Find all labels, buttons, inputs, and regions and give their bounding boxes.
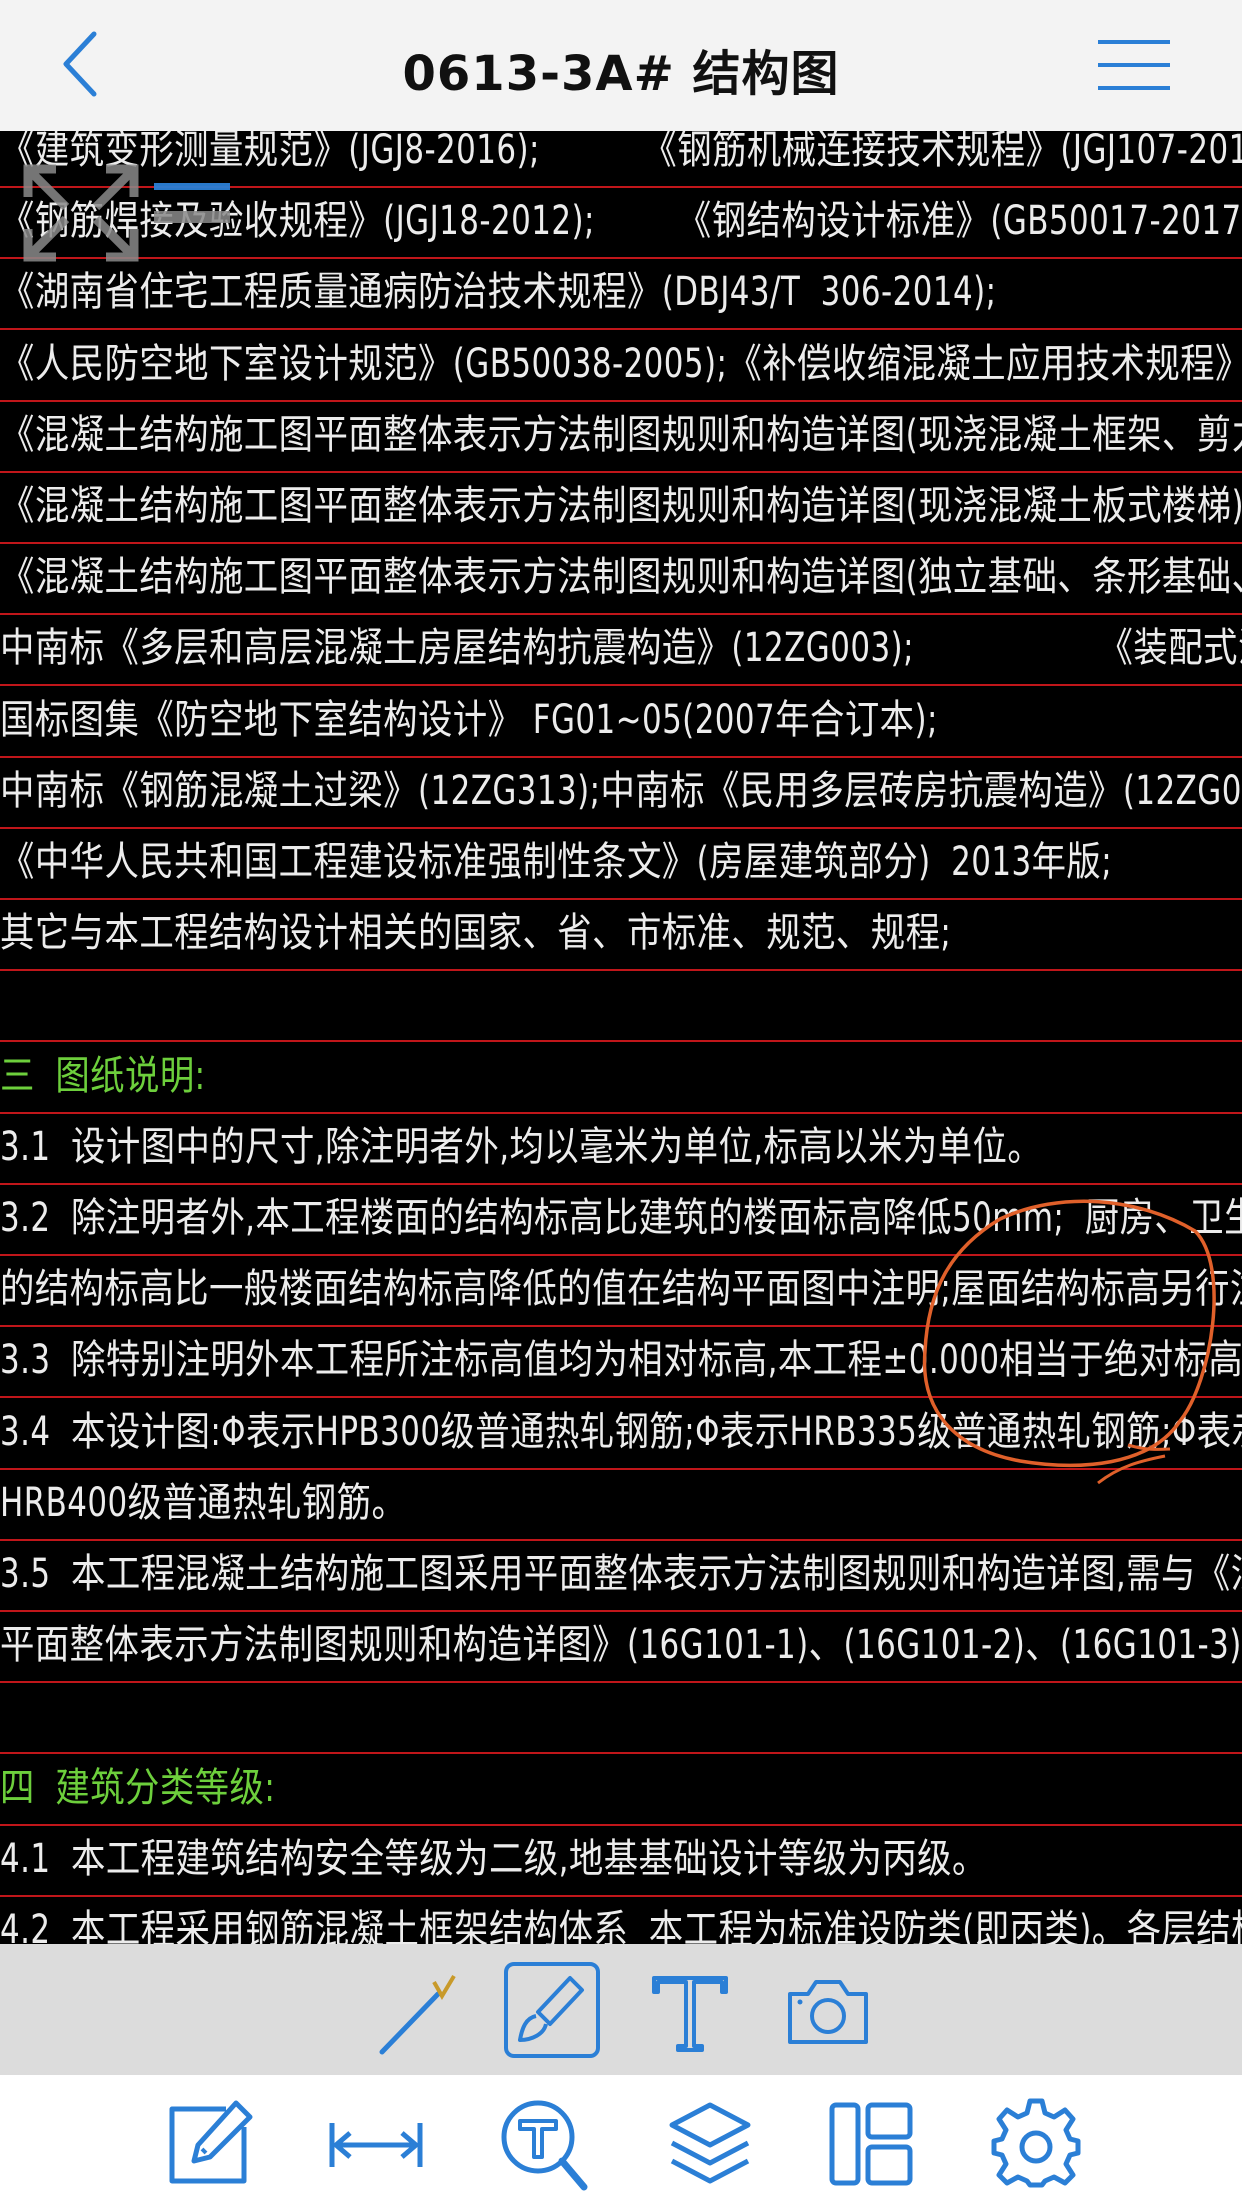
drawing-rule-line — [0, 471, 1242, 473]
drawing-text-line: 4.1 本工程建筑结构安全等级为二级,地基基础设计等级为丙级。 — [0, 1836, 987, 1882]
line-markup-tool[interactable] — [372, 1968, 472, 2060]
drawing-rule-line — [0, 756, 1242, 758]
drawing-rule-line — [0, 969, 1242, 971]
drawing-text-line: 《中华人民共和国工程建设标准强制性条文》(房屋建筑部分) 2013年版; — [0, 839, 1113, 885]
drawing-rule-line — [0, 1468, 1242, 1470]
edit-tool[interactable] — [164, 2099, 254, 2189]
menu-button[interactable] — [1096, 36, 1172, 94]
page-title: 0613-3A# 结构图 — [402, 46, 840, 102]
camera-icon — [788, 1980, 868, 2044]
layers-icon — [669, 2102, 751, 2184]
drawing-rule-line — [0, 898, 1242, 900]
brush-icon — [518, 1976, 584, 2042]
drawing-rule-line — [0, 613, 1242, 615]
drawing-rule-line — [0, 1681, 1242, 1683]
drawing-rule-line — [0, 328, 1242, 330]
drawing-rule-line — [0, 1254, 1242, 1256]
drawing-rule-line — [0, 684, 1242, 686]
fit-to-screen-button[interactable] — [22, 163, 244, 263]
gear-icon — [991, 2098, 1081, 2188]
drawing-text-line: 的结构标高比一般楼面结构标高降低的值在结构平面图中注明;屋面结构标高另行注明。 — [0, 1266, 1242, 1312]
drawing-text-line: 3.3 除特别注明外本工程所注标高值均为相对标高,本工程±0.000相当于绝对标… — [0, 1337, 1242, 1383]
drawing-rule-line — [0, 400, 1242, 402]
brush-markup-tool[interactable] — [504, 1962, 600, 2058]
drawing-rule-line — [0, 542, 1242, 544]
settings-tool[interactable] — [990, 2097, 1082, 2189]
drawing-text-line: 《湖南省住宅工程质量通病防治技术规程》(DBJ43/T 306-2014); — [0, 269, 997, 315]
drawing-rule-line — [0, 827, 1242, 829]
text-search-icon — [501, 2100, 588, 2191]
markup-toolbar — [0, 1944, 1242, 2075]
drawing-text-line: 4.2 本工程采用钢筋混凝土框架结构体系 本工程为标准设防类(即丙类)。各层结构… — [0, 1907, 1242, 1944]
drawing-text-line: HRB400级普通热轧钢筋。 — [0, 1480, 407, 1526]
drawing-text-line: 3.2 除注明者外,本工程楼面的结构标高比建筑的楼面标高降低50mm; 厨房、卫… — [0, 1195, 1242, 1241]
drawing-rule-line — [0, 1539, 1242, 1541]
measure-tool[interactable] — [326, 2115, 426, 2175]
edit-icon — [169, 2100, 253, 2184]
navigation-bar: 0613-3A# 结构图 — [0, 0, 1242, 132]
layout-tool[interactable] — [828, 2101, 914, 2187]
drawing-rule-line — [0, 1112, 1242, 1114]
drawing-text-line: 中南标《多层和高层混凝土房屋结构抗震构造》(12ZG003); 《装配式混凝土结… — [0, 625, 1242, 671]
text-t-icon — [652, 1976, 728, 2052]
layers-tool[interactable] — [668, 2099, 752, 2189]
drawing-section-heading: 四 建筑分类等级: — [0, 1765, 276, 1811]
drawing-canvas[interactable]: 《建筑变形测量规范》(JGJ8-2016); 《钢筋机械连接技术规程》(JGJ1… — [0, 131, 1242, 1944]
drawing-rule-line — [0, 1824, 1242, 1826]
drawing-rule-line — [0, 1325, 1242, 1327]
drawing-text-line: 《混凝土结构施工图平面整体表示方法制图规则和构造详图(现浇混凝土框架、剪力墙、梁… — [0, 412, 1242, 458]
drawing-rule-line — [0, 1040, 1242, 1042]
drawing-text-line: 其它与本工程结构设计相关的国家、省、市标准、规范、规程; — [0, 910, 952, 956]
drawing-rule-line — [0, 1610, 1242, 1612]
hamburger-menu-icon — [1098, 40, 1170, 90]
drawing-text-line: 《人民防空地下室设计规范》(GB50038-2005);《补偿收缩混凝土应用技术… — [0, 341, 1242, 387]
drawing-text-line: 中南标《钢筋混凝土过梁》(12ZG313);中南标《民用多层砖房抗震构造》(12… — [0, 768, 1242, 814]
drawing-text-line: 平面整体表示方法制图规则和构造详图》(16G101-1)、(16G101-2)、… — [0, 1622, 1242, 1668]
drawing-text-line: 3.4 本设计图:Φ表示HPB300级普通热轧钢筋;Φ表示HRB335级普通热轧… — [0, 1409, 1242, 1455]
pen-line-icon — [379, 1974, 456, 2055]
drawing-rule-line — [0, 1183, 1242, 1185]
camera-tool[interactable] — [786, 1974, 870, 2048]
layout-icon — [829, 2102, 913, 2186]
drawing-rule-line — [0, 1396, 1242, 1398]
drawing-text-line: 3.5 本工程混凝土结构施工图采用平面整体表示方法制图规则和构造详图,需与《混凝… — [0, 1551, 1242, 1597]
text-search-tool[interactable] — [498, 2097, 590, 2193]
drawing-text-line: 3.1 设计图中的尺寸,除注明者外,均以毫米为单位,标高以米为单位。 — [0, 1124, 1043, 1170]
expand-icon — [23, 164, 230, 262]
drawing-text-line: 《混凝土结构施工图平面整体表示方法制图规则和构造详图(独立基础、条形基础、筏形基… — [0, 554, 1242, 600]
drawing-text-line: 《混凝土结构施工图平面整体表示方法制图规则和构造详图(现浇混凝土板式楼梯)》(1… — [0, 483, 1242, 529]
text-markup-tool[interactable] — [648, 1970, 732, 2054]
main-toolbar — [0, 2075, 1242, 2208]
drawing-section-heading: 三 图纸说明: — [0, 1053, 206, 1099]
measure-icon — [329, 2123, 423, 2167]
drawing-rule-line — [0, 1752, 1242, 1754]
drawing-text-line: 国标图集《防空地下室结构设计》 FG01~05(2007年合订本); — [0, 697, 938, 743]
drawing-rule-line — [0, 1895, 1242, 1897]
